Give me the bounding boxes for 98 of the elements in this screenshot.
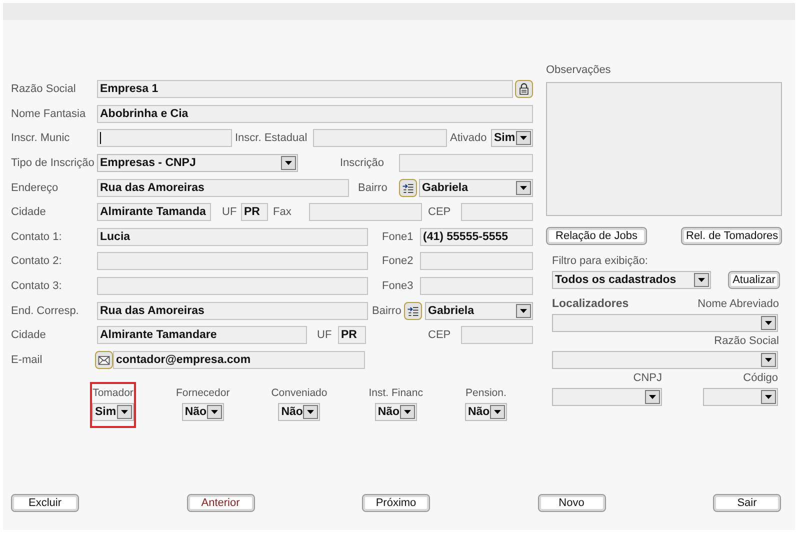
padlock-button[interactable]: [515, 80, 533, 98]
dropdown[interactable]: Gabriela: [419, 178, 533, 197]
dropdown[interactable]: Não: [374, 403, 417, 422]
button[interactable]: Anterior: [186, 494, 254, 512]
input-field[interactable]: Lucia: [97, 228, 368, 246]
dropdown[interactable]: [703, 388, 778, 406]
input-field[interactable]: [97, 129, 232, 148]
field-label: Inscr. Munic: [11, 132, 71, 144]
input-field[interactable]: (41) 55555-5555: [420, 228, 533, 246]
caret-icon[interactable]: [761, 353, 776, 367]
dropdown[interactable]: Não: [464, 403, 507, 422]
caret-icon[interactable]: [761, 316, 776, 330]
field-label: Contato 1:: [11, 230, 63, 243]
input-field[interactable]: Rua das Amoreiras: [97, 178, 349, 197]
field-label: E-mail: [11, 354, 44, 366]
field-label: Endereço: [11, 182, 60, 194]
dropdown[interactable]: Sim: [491, 129, 533, 148]
input-field[interactable]: [97, 252, 368, 270]
field-label: UF: [317, 329, 333, 342]
field-label: Conveniado: [271, 387, 328, 400]
button[interactable]: Próximo: [362, 494, 430, 512]
input-field[interactable]: [420, 277, 533, 296]
input-field[interactable]: PR: [338, 326, 366, 344]
input-field[interactable]: Almirante Tamandare: [97, 326, 307, 344]
field-label: UF: [222, 206, 238, 218]
input-field[interactable]: Empresa 1: [97, 80, 513, 98]
field-label: Código: [743, 372, 778, 384]
field-label: Fone1: [382, 230, 414, 243]
button[interactable]: Rel. de Tomadores: [681, 227, 782, 245]
field-label: Fornecedor: [176, 387, 230, 400]
observations-field[interactable]: [546, 82, 782, 216]
input-field[interactable]: contador@empresa.com: [113, 350, 365, 369]
input-field[interactable]: Rua das Amoreiras: [97, 302, 368, 320]
input-field[interactable]: [461, 203, 533, 222]
field-label: Inscr. Estadual: [235, 132, 308, 144]
input-field[interactable]: [97, 277, 368, 296]
input-field[interactable]: PR: [241, 203, 268, 222]
dropdown[interactable]: Não: [182, 403, 224, 422]
input-field[interactable]: Abobrinha e Cia: [97, 104, 533, 123]
field-label: Observações: [546, 64, 612, 77]
button[interactable]: Novo: [538, 494, 606, 512]
caret-icon[interactable]: [761, 390, 776, 404]
field-label: Nome Fantasia: [11, 108, 87, 120]
field-label: End. Corresp.: [11, 304, 80, 317]
dropdown[interactable]: Todos os cadastrados: [552, 271, 711, 289]
input-field[interactable]: [309, 203, 422, 222]
field-label: Cidade: [11, 206, 47, 218]
caret-icon[interactable]: [516, 180, 531, 195]
mail-button[interactable]: [95, 350, 113, 369]
input-field[interactable]: [420, 252, 533, 270]
input-field[interactable]: [461, 326, 533, 344]
field-label: Razão Social: [11, 83, 77, 96]
field-label: Razão Social: [714, 335, 779, 347]
input-field[interactable]: [399, 154, 533, 172]
caret-icon[interactable]: [516, 304, 531, 318]
field-label: CNPJ: [633, 372, 662, 384]
field-label: CEP: [428, 329, 452, 342]
caret-icon[interactable]: [281, 156, 296, 170]
field-label: Fone3: [382, 280, 414, 292]
input-field[interactable]: [313, 129, 447, 148]
field-label: Fax: [273, 206, 292, 218]
caret-icon[interactable]: [645, 390, 660, 404]
button[interactable]: Relação de Jobs: [546, 227, 647, 245]
dropdown[interactable]: [552, 388, 662, 406]
field-label: Inscrição: [340, 157, 386, 170]
padlock-icon: [517, 82, 531, 96]
field-label: Inst. Financ: [368, 387, 423, 400]
list-button[interactable]: [404, 302, 422, 320]
dropdown[interactable]: Não: [278, 403, 320, 422]
list-button[interactable]: [399, 178, 417, 197]
field-label: Tomador: [92, 387, 134, 400]
button[interactable]: Sair: [713, 494, 781, 512]
field-label: Bairro: [358, 182, 388, 194]
field-label: Nome Abreviado: [698, 298, 779, 310]
field-label: Contato 3:: [11, 280, 63, 292]
field-label: Fone2: [382, 255, 414, 268]
caret-icon[interactable]: [490, 405, 505, 420]
button[interactable]: Atualizar: [728, 271, 780, 289]
input-field[interactable]: Almirante Tamanda: [97, 203, 211, 222]
field-label: Cidade: [11, 329, 47, 342]
field-label: Filtro para exibição:: [552, 255, 649, 267]
caret-icon[interactable]: [400, 405, 415, 420]
field-label: Pension.: [466, 387, 506, 400]
caret-icon[interactable]: [516, 131, 531, 146]
field-label: CEP: [428, 206, 452, 218]
section-title: Localizadores: [552, 298, 629, 310]
button[interactable]: Excluir: [11, 494, 79, 512]
caret-icon[interactable]: [303, 405, 318, 420]
caret-icon[interactable]: [694, 273, 709, 287]
dropdown[interactable]: Gabriela: [425, 302, 533, 320]
caret-icon[interactable]: [117, 405, 132, 420]
caret-icon[interactable]: [206, 405, 222, 420]
dropdown[interactable]: Empresas - CNPJ: [97, 154, 298, 172]
field-label: Tipo de Inscrição: [11, 157, 96, 170]
dropdown[interactable]: Sim: [92, 403, 134, 422]
field-label: Ativado: [450, 132, 488, 144]
field-label: Contato 2:: [11, 255, 63, 268]
field-label: Bairro: [372, 304, 402, 317]
